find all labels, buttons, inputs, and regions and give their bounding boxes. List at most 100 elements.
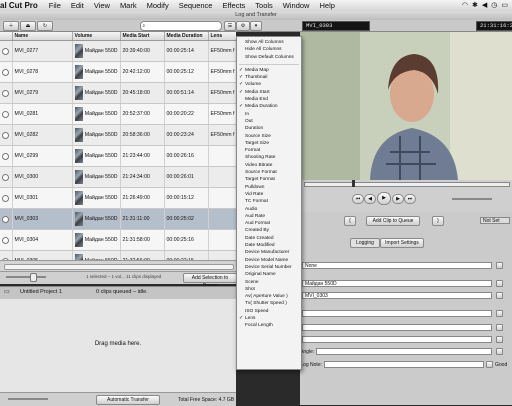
media-map-icon[interactable] [2, 194, 9, 202]
column-media-map[interactable] [0, 32, 13, 41]
table-row[interactable]: MVI_0277 Майдан 550D 20:39:40:00 00:00:25:1… [0, 40, 236, 62]
video-preview[interactable] [300, 32, 512, 180]
table-row[interactable]: MVI_0301 Майдан 550D 21:26:49:00 00:00:15:1… [0, 187, 236, 209]
menu-item-focal-length[interactable]: Focal Length [237, 322, 301, 329]
scroll-track[interactable] [4, 264, 234, 270]
column-name[interactable]: Name [12, 32, 73, 41]
clip-thumbnail[interactable] [74, 44, 83, 58]
menu-item-duration[interactable]: Duration [237, 125, 301, 132]
reel-menu-button[interactable] [496, 262, 503, 269]
media-map-icon[interactable] [2, 110, 9, 118]
column-media-duration[interactable]: Media Duration [164, 32, 209, 41]
mark-out-icon[interactable]: } [432, 216, 444, 226]
out-point-field[interactable]: Not Set [480, 217, 510, 224]
menu-item-in[interactable]: In [237, 111, 301, 118]
menu-item-device-model-name[interactable]: Device Model Name [237, 257, 301, 264]
table-row[interactable]: MVI_0304 Майдан 550D 21:31:58:00 00:00:25:1… [0, 229, 236, 251]
menu-item-show-all-columns[interactable]: Show All Columns [237, 39, 301, 46]
clip-thumbnail[interactable] [74, 86, 83, 100]
playhead[interactable] [352, 180, 355, 187]
table-row[interactable]: MVI_0279 Майдан 550D 20:45:18:00 00:00:51:1… [0, 82, 236, 104]
transfer-queue[interactable]: Drag media here. [0, 299, 236, 392]
column-media-start[interactable]: Media Start [120, 32, 165, 41]
clip-thumbnail[interactable] [74, 107, 83, 121]
shot-field[interactable] [302, 336, 492, 343]
shuttle-slider[interactable] [452, 198, 492, 200]
reel-field[interactable]: None [302, 262, 492, 269]
menu-item-video-bitrate[interactable]: Video Bitrate [237, 162, 301, 169]
shot-menu-button[interactable] [496, 336, 503, 343]
volume-icon[interactable]: ◀ [482, 1, 487, 9]
menu-item-iso-speed[interactable]: ISO Speed [237, 308, 301, 315]
menu-item-target-format[interactable]: Target Format [237, 176, 301, 183]
clip-thumbnail[interactable] [74, 191, 83, 205]
menu-effects[interactable]: Effects [217, 1, 250, 10]
wifi-icon[interactable]: ◠ [462, 1, 468, 9]
search-input[interactable]: ⌕ [140, 21, 222, 31]
clip-thumbnail[interactable] [74, 149, 83, 163]
menu-mark[interactable]: Mark [115, 1, 142, 10]
eject-button[interactable]: ⏏ [20, 21, 36, 31]
column-menu-button[interactable]: ▾ [250, 21, 262, 31]
menu-item-scene[interactable]: Scene [237, 279, 301, 286]
mark-in-icon[interactable]: { [344, 216, 356, 226]
menu-item-av-aperture-value[interactable]: Av( Aperture Value ) [237, 293, 301, 300]
go-to-end-icon[interactable]: ⏭ [404, 194, 416, 204]
menu-item-media-map[interactable]: ✓ Media Map [237, 67, 301, 74]
menu-item-aud-format[interactable]: Aud Format [237, 220, 301, 227]
tab-import-settings[interactable]: Import Settings [380, 238, 424, 248]
clip-thumbnail[interactable] [74, 128, 83, 142]
media-map-icon[interactable] [2, 68, 9, 76]
clip-name-menu-button[interactable] [496, 292, 503, 299]
project-name[interactable]: Untitled Project 1 [20, 289, 62, 295]
menu-help[interactable]: Help [314, 1, 339, 10]
table-row[interactable]: MVI_0299 Майдан 550D 21:23:44:00 00:00:26:1… [0, 145, 236, 167]
menu-item-thumbnail[interactable]: ✓ Thumbnail [237, 74, 301, 81]
menu-item-hide-all-columns[interactable]: Hide All Columns [237, 46, 301, 53]
menu-item-date-created[interactable]: Date Created [237, 235, 301, 242]
media-map-icon[interactable] [2, 89, 9, 97]
angle-field[interactable] [316, 348, 492, 355]
queue-zoom-slider[interactable] [8, 398, 48, 400]
list-view-button[interactable]: ☰ [224, 21, 236, 31]
rewind-icon[interactable]: ◀ [364, 194, 376, 204]
gear-icon[interactable]: ⚙ [236, 21, 250, 31]
menu-item-target-size[interactable]: Target Size [237, 140, 301, 147]
menu-item-audio[interactable]: Audio [237, 206, 301, 213]
menu-item-original-name[interactable]: Original Name [237, 271, 301, 278]
menu-item-date-modified[interactable]: Date Modified [237, 242, 301, 249]
menu-file[interactable]: File [44, 1, 66, 10]
media-map-icon[interactable] [2, 236, 9, 244]
automatic-transfer-button[interactable]: Automatic Transfer [96, 395, 160, 405]
volume-field[interactable]: Майдан 550D [302, 280, 492, 287]
add-folder-button[interactable]: ＋ [3, 21, 19, 31]
refresh-button[interactable]: ↻ [37, 21, 53, 31]
clip-thumbnail[interactable] [74, 233, 83, 247]
menu-item-media-end[interactable]: Media End [237, 96, 301, 103]
menu-item-created-by[interactable]: Created By [237, 227, 301, 234]
add-selection-button[interactable]: Add Selection to Queue [183, 273, 237, 289]
menu-item-show-default-columns[interactable]: Show Default Columns [237, 54, 301, 61]
zoom-slider[interactable] [6, 276, 46, 278]
clip-thumbnail[interactable] [74, 65, 83, 79]
clock-icon[interactable]: ◷ [491, 1, 497, 9]
menu-item-lens[interactable]: ✓ Lens [237, 315, 301, 322]
menu-item-aud-rate[interactable]: Aud Rate [237, 213, 301, 220]
menu-item-shooting-rate[interactable]: Shooting Rate [237, 154, 301, 161]
add-clip-to-queue-button[interactable]: Add Clip to Queue [366, 216, 420, 226]
zoom-slider-thumb[interactable] [30, 273, 37, 282]
menu-sequence[interactable]: Sequence [174, 1, 218, 10]
menu-window[interactable]: Window [278, 1, 315, 10]
column-volume[interactable]: Volume [72, 32, 121, 41]
play-icon[interactable]: ▶ [377, 192, 391, 205]
menu-item-pulldown[interactable]: Pulldown [237, 184, 301, 191]
good-checkbox[interactable] [486, 361, 493, 368]
table-row[interactable]: MVI_0305Майдан 550D21:32:56:0000:00:22:1… [0, 250, 236, 260]
angle-menu-button[interactable] [496, 348, 503, 355]
menu-item-out[interactable]: Out [237, 118, 301, 125]
menu-tools[interactable]: Tools [250, 1, 278, 10]
menu-edit[interactable]: Edit [66, 1, 89, 10]
menu-item-tc-format[interactable]: TC Format [237, 198, 301, 205]
menu-item-media-start[interactable]: ✓ Media Start [237, 89, 301, 96]
bluetooth-icon[interactable]: ✱ [472, 1, 478, 9]
